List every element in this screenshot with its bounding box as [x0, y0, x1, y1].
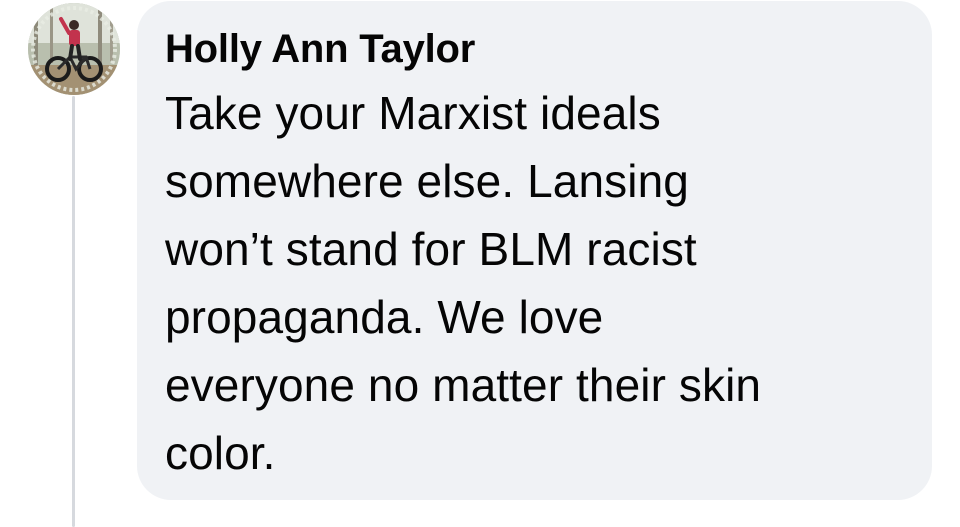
author-avatar[interactable] — [28, 3, 120, 95]
comment-author-name[interactable]: Holly Ann Taylor — [165, 25, 475, 73]
comment-bubble: Holly Ann Taylor Take your Marxist ideal… — [137, 1, 932, 500]
comment-text: Take your Marxist ideals somewhere else.… — [165, 87, 762, 479]
thread-connector-line — [72, 96, 75, 527]
cyclist-photo-icon — [28, 3, 120, 95]
